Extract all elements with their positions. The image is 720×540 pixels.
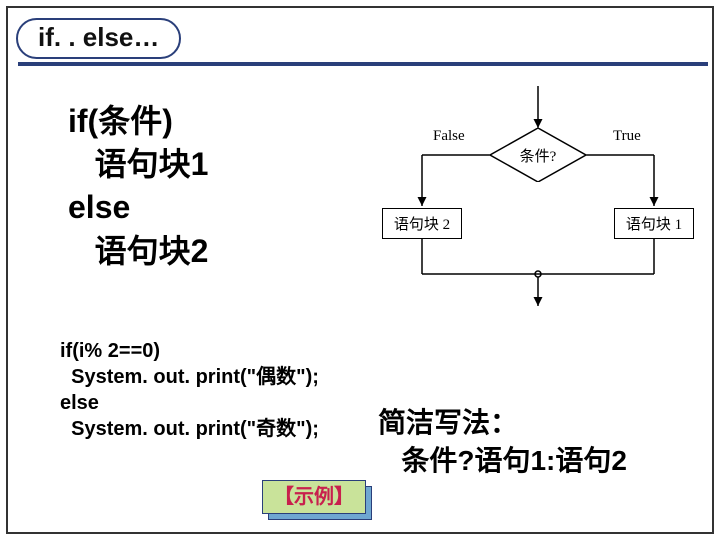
- example-button[interactable]: 【示例】: [262, 480, 366, 514]
- flowchart: 条件? False True 语句块 2 语句块 1: [368, 86, 708, 311]
- slide: if. . else… if(条件) 语句块1 else 语句块2: [6, 6, 714, 534]
- flowchart-block1: 语句块 1: [614, 208, 694, 239]
- flowchart-lines: [368, 86, 708, 311]
- flowchart-false-label: False: [433, 128, 465, 145]
- flowchart-block2: 语句块 2: [382, 208, 462, 239]
- slide-title: if. . else…: [16, 18, 181, 59]
- title-area: if. . else…: [16, 18, 181, 59]
- if-else-syntax: if(条件) 语句块1 else 语句块2: [68, 100, 208, 273]
- flowchart-true-label: True: [613, 128, 641, 145]
- flowchart-condition-label: 条件?: [490, 128, 586, 182]
- short-writing: 简洁写法： 条件?语句1:语句2: [378, 404, 627, 480]
- flowchart-diamond: 条件?: [490, 128, 586, 182]
- title-underline: [18, 62, 708, 66]
- example-code: if(i% 2==0) System. out. print("偶数"); el…: [60, 338, 319, 442]
